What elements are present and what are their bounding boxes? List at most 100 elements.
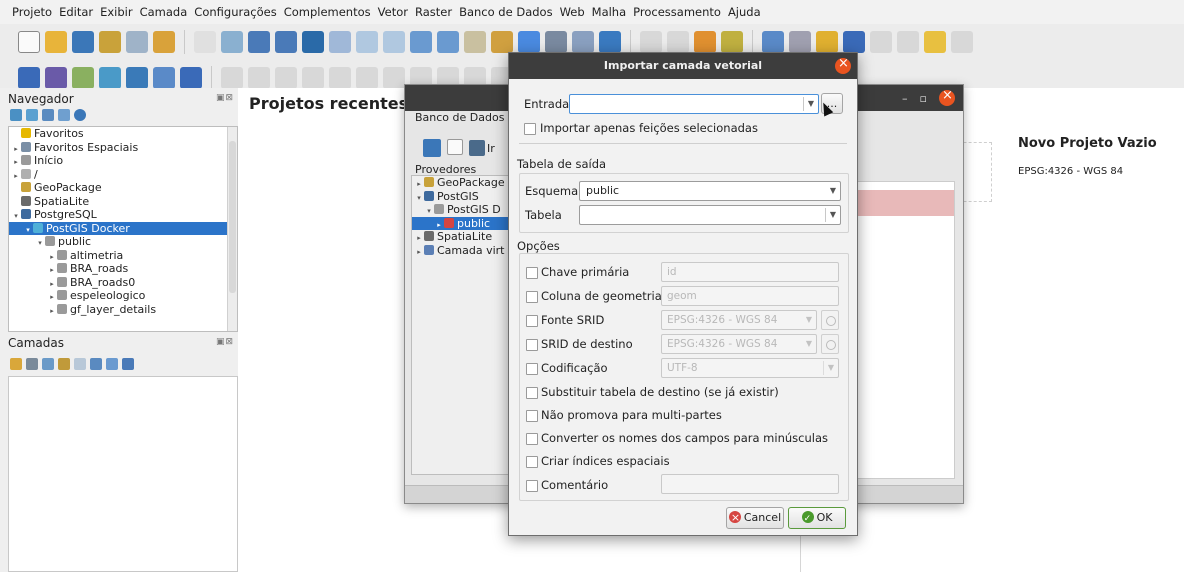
- menu-item[interactable]: Web: [560, 5, 585, 19]
- comment-checkbox[interactable]: [526, 480, 538, 492]
- toolbar-tool-icon[interactable]: [329, 31, 351, 53]
- chevron-down-icon[interactable]: ▼: [828, 359, 834, 377]
- spatial-index-checkbox[interactable]: [526, 456, 538, 468]
- provider-tree-item[interactable]: ▸ GeoPackage: [412, 176, 508, 190]
- navigator-tree-item[interactable]: ▸ BRA_roads: [9, 262, 237, 276]
- crs-selector-icon[interactable]: [821, 334, 839, 354]
- toolbar-tool-icon[interactable]: [721, 31, 743, 53]
- panel-float-close-icon[interactable]: ▣⊠: [216, 93, 234, 103]
- add-group-icon[interactable]: [26, 358, 38, 370]
- expression-filter-icon[interactable]: [74, 358, 86, 370]
- menu-item[interactable]: Exibir: [100, 5, 133, 19]
- toolbar-tool-icon[interactable]: [302, 31, 324, 53]
- menu-item[interactable]: Banco de Dados: [459, 5, 553, 19]
- collapse-all-icon[interactable]: [106, 358, 118, 370]
- toolbar-tool-icon[interactable]: [843, 31, 865, 53]
- toolbar-tool-icon[interactable]: [518, 31, 540, 53]
- close-icon[interactable]: [835, 56, 851, 74]
- chevron-down-icon[interactable]: ▼: [830, 182, 836, 200]
- encoding-combo[interactable]: UTF-8 ▼: [661, 358, 839, 378]
- toolbar-tool-icon[interactable]: [221, 67, 243, 89]
- toolbar-tool-icon[interactable]: [816, 31, 838, 53]
- toolbar-tool-icon[interactable]: [410, 31, 432, 53]
- toolbar-tool-icon[interactable]: [762, 31, 784, 53]
- close-icon[interactable]: [939, 88, 955, 106]
- toolbar-tool-icon[interactable]: [18, 67, 40, 89]
- visibility-icon[interactable]: [42, 358, 54, 370]
- panel-float-close-icon[interactable]: ▣⊠: [216, 337, 234, 347]
- target-srid-checkbox[interactable]: [526, 339, 538, 351]
- toolbar-tool-icon[interactable]: [99, 31, 121, 53]
- filter-icon[interactable]: [42, 109, 54, 121]
- minimize-icon[interactable]: –: [902, 92, 908, 105]
- maximize-icon[interactable]: ▫: [920, 92, 927, 105]
- db-manager-menu-database[interactable]: Banco de Dados: [415, 111, 504, 124]
- toolbar-tool-icon[interactable]: [924, 31, 946, 53]
- import-layer-button[interactable]: Ir: [469, 139, 495, 157]
- toolbar-tool-icon[interactable]: [789, 31, 811, 53]
- chevron-right-icon[interactable]: ▸: [414, 246, 424, 260]
- chevron-down-icon[interactable]: ▼: [830, 206, 836, 224]
- toolbar-tool-icon[interactable]: [383, 31, 405, 53]
- expand-all-icon[interactable]: [90, 358, 102, 370]
- toolbar-tool-icon[interactable]: [437, 31, 459, 53]
- navigator-tree-item[interactable]: ▸ /: [9, 168, 237, 182]
- navigator-tree-item[interactable]: ▾ public: [9, 235, 237, 249]
- toolbar-tool-icon[interactable]: [383, 67, 405, 89]
- navigator-tree-item[interactable]: GeoPackage: [9, 181, 237, 195]
- cancel-button[interactable]: Cancel: [726, 507, 784, 529]
- toolbar-tool-icon[interactable]: [18, 31, 40, 53]
- provider-tree-item[interactable]: ▾ PostGIS D: [412, 203, 508, 217]
- toolbar-tool-icon[interactable]: [45, 67, 67, 89]
- menu-item[interactable]: Camada: [140, 5, 188, 19]
- ok-button[interactable]: OK: [788, 507, 846, 529]
- comment-input[interactable]: [661, 474, 839, 494]
- remove-layer-icon[interactable]: [122, 358, 134, 370]
- refresh-icon[interactable]: [423, 139, 441, 157]
- toolbar-tool-icon[interactable]: [870, 31, 892, 53]
- toolbar-tool-icon[interactable]: [572, 31, 594, 53]
- navigator-tree-item[interactable]: ▸ BRA_roads0: [9, 276, 237, 290]
- toolbar-tool-icon[interactable]: [248, 67, 270, 89]
- toolbar-tool-icon[interactable]: [491, 31, 513, 53]
- menu-item[interactable]: Projeto: [12, 5, 52, 19]
- toolbar-tool-icon[interactable]: [640, 31, 662, 53]
- chevron-down-icon[interactable]: ▼: [806, 311, 812, 329]
- refresh-icon[interactable]: [26, 109, 38, 121]
- toolbar-tool-icon[interactable]: [45, 31, 67, 53]
- toolbar-tool-icon[interactable]: [275, 67, 297, 89]
- chevron-right-icon[interactable]: ▸: [47, 305, 57, 319]
- toolbar-tool-icon[interactable]: [126, 67, 148, 89]
- provider-tree-item[interactable]: ▸ SpatiaLite: [412, 230, 508, 244]
- toolbar-tool-icon[interactable]: [153, 67, 175, 89]
- toolbar-tool-icon[interactable]: [275, 31, 297, 53]
- replace-table-checkbox[interactable]: [526, 387, 538, 399]
- style-panel-icon[interactable]: [10, 358, 22, 370]
- toolbar-tool-icon[interactable]: [221, 31, 243, 53]
- navigator-tree-item[interactable]: ▾ PostgreSQL: [9, 208, 237, 222]
- add-selected-icon[interactable]: [10, 109, 22, 121]
- menu-item[interactable]: Editar: [59, 5, 93, 19]
- toolbar-tool-icon[interactable]: [72, 31, 94, 53]
- toolbar-tool-icon[interactable]: [99, 67, 121, 89]
- crs-selector-icon[interactable]: [821, 310, 839, 330]
- toolbar-tool-icon[interactable]: [302, 67, 324, 89]
- new-empty-project-title[interactable]: Novo Projeto Vazio: [1018, 136, 1157, 151]
- navigator-tree-item[interactable]: SpatiaLite: [9, 195, 237, 209]
- toolbar-tool-icon[interactable]: [951, 31, 973, 53]
- properties-icon[interactable]: [74, 109, 86, 121]
- navigator-tree-item[interactable]: ▸ espeleologico: [9, 289, 237, 303]
- menu-item[interactable]: Ajuda: [728, 5, 761, 19]
- toolbar-tool-icon[interactable]: [599, 31, 621, 53]
- toolbar-tool-icon[interactable]: [545, 31, 567, 53]
- toolbar-tool-icon[interactable]: [180, 67, 202, 89]
- navigator-tree-item[interactable]: Favoritos: [9, 127, 237, 141]
- sql-window-icon[interactable]: [447, 139, 463, 155]
- no-multipart-checkbox[interactable]: [526, 410, 538, 422]
- chevron-down-icon[interactable]: ▼: [806, 335, 812, 353]
- menu-item[interactable]: Malha: [592, 5, 627, 19]
- chevron-down-icon[interactable]: ▼: [808, 95, 814, 113]
- menu-item[interactable]: Processamento: [633, 5, 721, 19]
- toolbar-tool-icon[interactable]: [194, 31, 216, 53]
- scrollbar-thumb[interactable]: [229, 141, 236, 293]
